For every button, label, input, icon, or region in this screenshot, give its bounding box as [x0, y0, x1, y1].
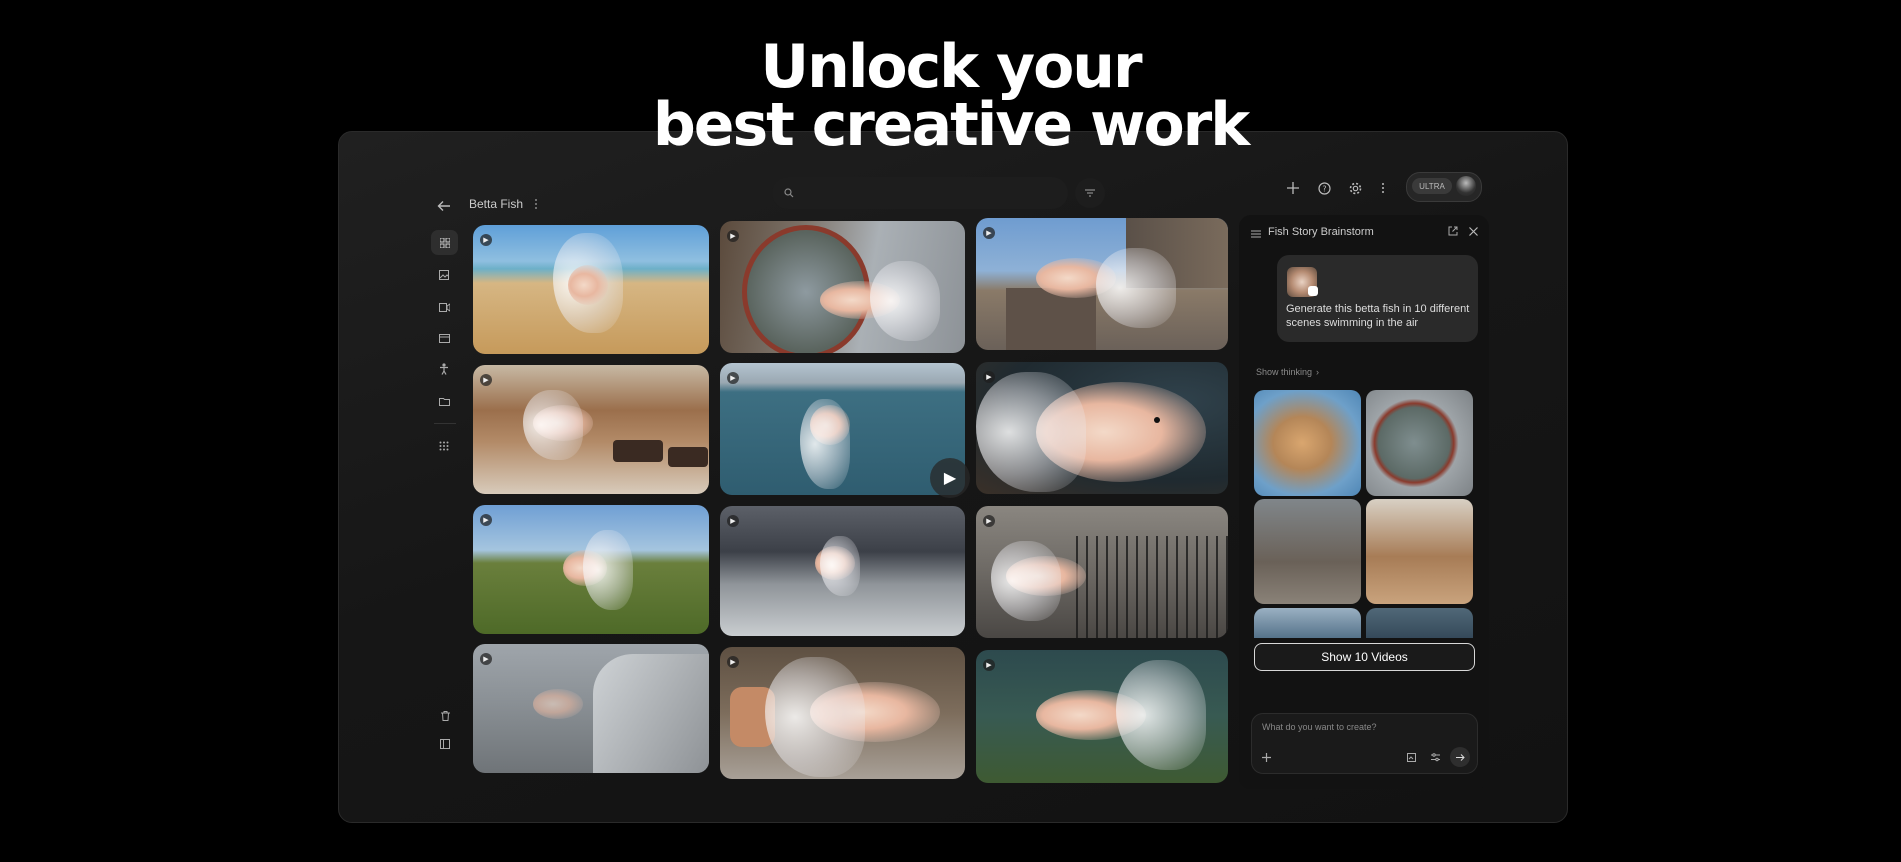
video-badge-icon: ▶ [480, 234, 492, 246]
avatar[interactable] [1456, 176, 1476, 196]
search-input[interactable] [772, 177, 1068, 209]
result-thumbnail[interactable] [1366, 390, 1473, 496]
plan-badge: ULTRA [1412, 178, 1452, 194]
filter-button[interactable] [1075, 178, 1105, 208]
send-button[interactable] [1450, 747, 1470, 767]
video-badge-icon: ▶ [983, 515, 995, 527]
video-badge-icon: ▶ [727, 230, 739, 242]
arrow-right-icon [1454, 751, 1466, 763]
chevron-right-icon: › [1316, 367, 1320, 377]
media-tile[interactable]: ▶ [473, 365, 709, 494]
sidebar-divider [434, 423, 456, 424]
hero-line-2: best creative work [652, 90, 1250, 160]
sidebar-item-grid[interactable] [431, 230, 458, 255]
close-icon[interactable] [1466, 224, 1480, 238]
media-tile[interactable]: ▶ [976, 506, 1228, 638]
result-thumbnail[interactable] [1254, 499, 1361, 604]
media-tile[interactable]: ▶ [976, 650, 1228, 783]
media-tile[interactable]: ▶ [720, 647, 965, 779]
sliders-icon[interactable] [1429, 751, 1441, 763]
gear-icon[interactable] [1346, 179, 1364, 197]
more-vertical-icon-top[interactable] [1378, 179, 1388, 197]
svg-text:?: ? [1322, 184, 1326, 193]
media-tile[interactable]: ▶ [720, 506, 965, 636]
person-icon[interactable] [437, 362, 451, 376]
video-icon[interactable] [437, 300, 451, 314]
result-thumbnail[interactable] [1254, 390, 1361, 496]
back-arrow-icon[interactable] [434, 196, 454, 216]
apps-icon[interactable] [437, 439, 451, 453]
show-videos-button[interactable]: Show 10 Videos [1254, 643, 1475, 671]
prompt-input[interactable]: What do you want to create? [1251, 713, 1478, 774]
hero-line-1: Unlock your [760, 32, 1142, 102]
attachment-icon [1308, 286, 1318, 296]
video-badge-icon: ▶ [983, 227, 995, 239]
hero-headline: Unlock your best creative work [0, 32, 1901, 160]
media-tile[interactable]: ▶ [473, 505, 709, 634]
video-badge-icon: ▶ [983, 659, 995, 671]
show-thinking-link[interactable]: Show thinking › [1256, 367, 1319, 377]
filter-icon [1083, 186, 1097, 200]
result-thumbnail[interactable] [1366, 499, 1473, 604]
film-icon[interactable] [437, 331, 451, 345]
media-tile[interactable]: ▶ [473, 225, 709, 354]
image-add-icon[interactable] [1405, 751, 1417, 763]
prompt-placeholder: What do you want to create? [1262, 722, 1377, 732]
user-message-text: Generate this betta fish in 10 different… [1286, 303, 1470, 329]
trash-icon[interactable] [438, 709, 452, 723]
media-tile[interactable]: ▶ [473, 644, 709, 773]
media-tile[interactable]: ▶ [720, 363, 965, 495]
show-thinking-label: Show thinking [1256, 367, 1313, 377]
open-in-new-icon[interactable] [1446, 224, 1460, 238]
plus-icon[interactable] [1260, 751, 1272, 763]
video-badge-icon: ▶ [983, 371, 995, 383]
video-badge-icon: ▶ [727, 656, 739, 668]
add-icon[interactable] [1284, 179, 1302, 197]
media-tile[interactable]: ▶ [720, 221, 965, 353]
panel-title: Fish Story Brainstorm [1268, 226, 1374, 238]
result-thumbnail[interactable] [1254, 608, 1361, 638]
search-icon [782, 186, 796, 200]
help-icon[interactable]: ? [1315, 179, 1333, 197]
result-thumbnail[interactable] [1366, 608, 1473, 638]
image-icon[interactable] [437, 268, 451, 282]
panel-toggle-icon[interactable] [438, 737, 452, 751]
video-badge-icon: ▶ [727, 515, 739, 527]
grid-icon [438, 236, 451, 249]
video-badge-icon: ▶ [480, 653, 492, 665]
more-vertical-icon[interactable] [532, 196, 540, 212]
video-badge-icon: ▶ [480, 374, 492, 386]
media-tile[interactable]: ▶ [976, 218, 1228, 350]
video-badge-icon: ▶ [480, 514, 492, 526]
video-badge-icon: ▶ [727, 372, 739, 384]
folder-icon[interactable] [437, 394, 451, 408]
play-button[interactable]: ▶ [930, 458, 970, 498]
project-title[interactable]: Betta Fish [469, 197, 523, 211]
media-tile[interactable]: ▶ [976, 362, 1228, 494]
hamburger-icon[interactable] [1249, 227, 1263, 241]
